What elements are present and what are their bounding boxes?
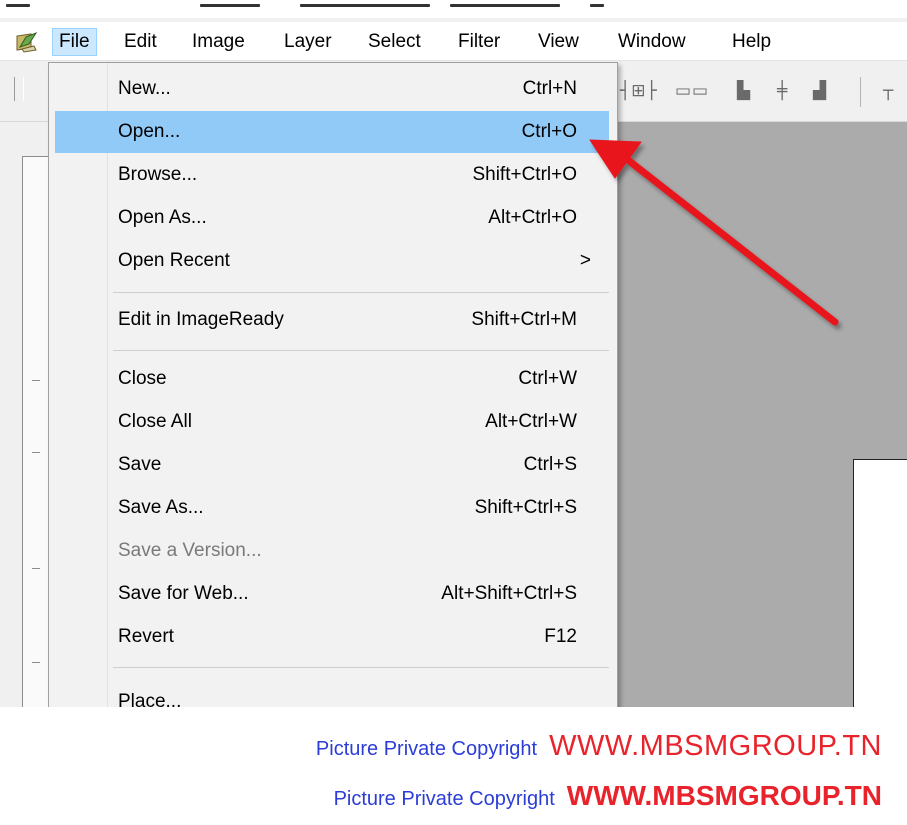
red-pointer-arrow: [589, 139, 839, 326]
watermark-url: WWW.MBSMGROUP.TN: [566, 780, 882, 811]
watermark-line: Picture Private Copyright WWW.MBSMGROUP.T…: [334, 780, 882, 812]
watermark-copyright: Picture Private Copyright: [333, 788, 555, 810]
watermark-url: WWW.MBSMGROUP.TN: [549, 730, 882, 762]
watermark-copyright: Picture Private Copyright: [315, 738, 538, 760]
photoshop-window: File Edit Image Layer Select Filter View…: [0, 0, 907, 707]
watermark-line: Picture Private Copyright WWW.MBSMGROUP.T…: [316, 730, 882, 763]
